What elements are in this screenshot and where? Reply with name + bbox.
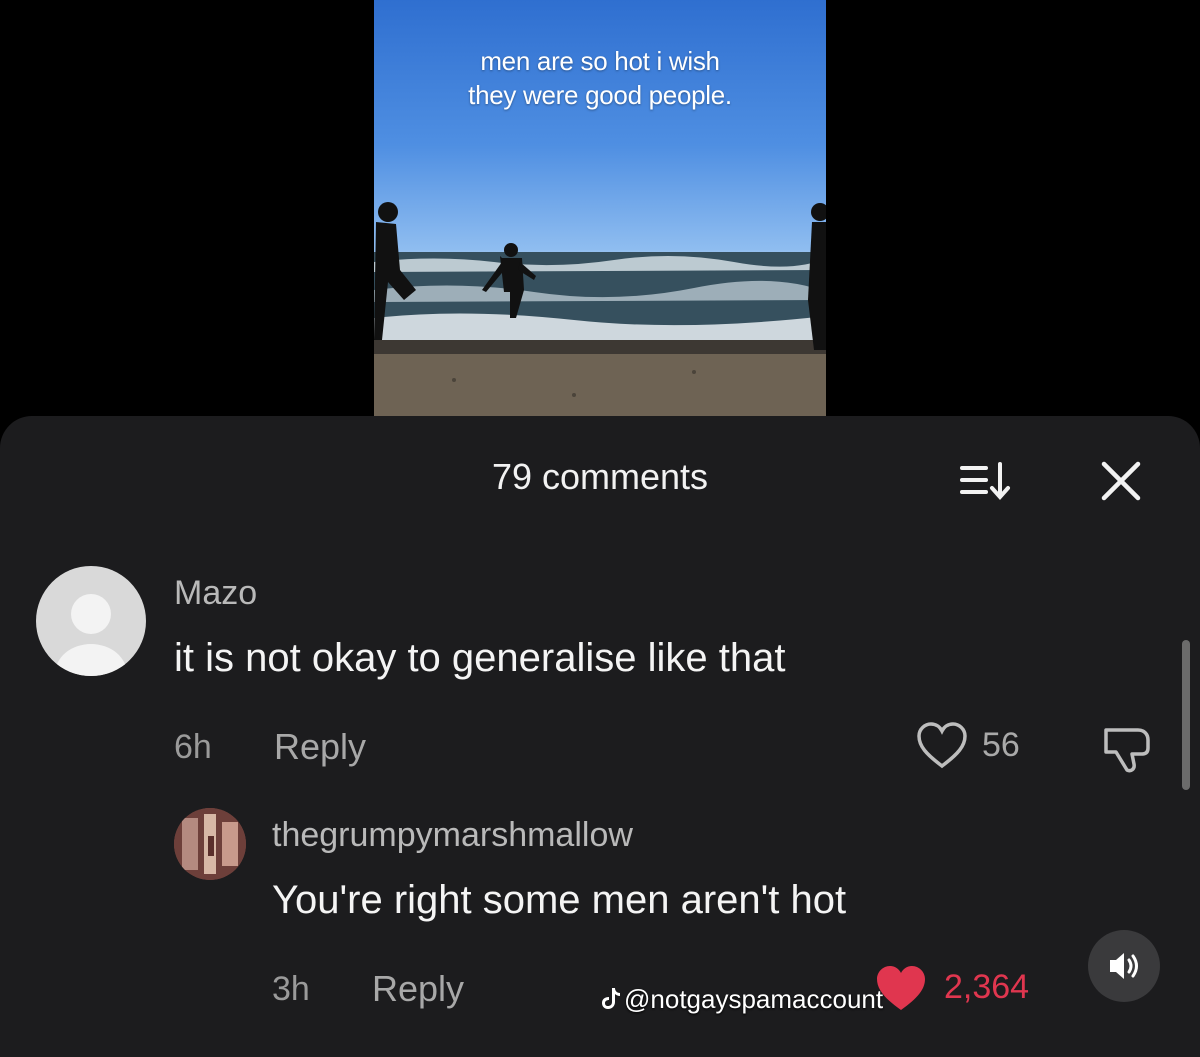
comment-timestamp: 6h: [174, 728, 212, 766]
close-icon: [1101, 461, 1141, 501]
comment-text: it is not okay to generalise like that: [174, 636, 786, 680]
video-player[interactable]: men are so hot i wish they were good peo…: [374, 0, 826, 416]
comment-username[interactable]: Mazo: [174, 574, 257, 613]
thumbs-down-icon: [1104, 728, 1150, 773]
comments-sheet: 79 comments Mazo it is not okay to gener…: [0, 416, 1200, 1057]
sound-button[interactable]: [1088, 930, 1160, 1002]
video-caption: men are so hot i wish they were good peo…: [374, 44, 826, 112]
heart-outline-icon: [917, 722, 967, 769]
comment-text: You're right some men aren't hot: [272, 878, 847, 922]
user-photo-avatar: [174, 808, 246, 880]
watermark: @notgayspamaccount: [600, 984, 883, 1017]
close-button[interactable]: [1096, 456, 1146, 506]
tiktok-logo-icon: [600, 986, 624, 1017]
reply-button[interactable]: Reply: [274, 726, 366, 768]
caption-line-1: men are so hot i wish: [480, 46, 720, 76]
reply-button[interactable]: Reply: [372, 968, 464, 1010]
dislike-button[interactable]: [1100, 722, 1154, 776]
sort-icon: [960, 462, 1010, 501]
comment-timestamp: 3h: [272, 970, 310, 1008]
like-button[interactable]: [916, 722, 968, 770]
like-count: 56: [982, 726, 1020, 764]
like-count: 2,364: [944, 968, 1030, 1006]
caption-line-2: they were good people.: [468, 80, 732, 110]
scrollbar[interactable]: [1182, 640, 1190, 790]
comments-count-title: 79 comments: [491, 456, 709, 497]
speaker-icon: [1110, 953, 1138, 979]
sort-button[interactable]: [956, 460, 1016, 504]
watermark-handle: @notgayspamaccount: [624, 984, 884, 1014]
avatar[interactable]: [36, 566, 146, 676]
avatar[interactable]: [174, 808, 246, 880]
comment-username[interactable]: thegrumpymarshmallow: [272, 816, 633, 855]
default-avatar-icon: [55, 594, 127, 676]
